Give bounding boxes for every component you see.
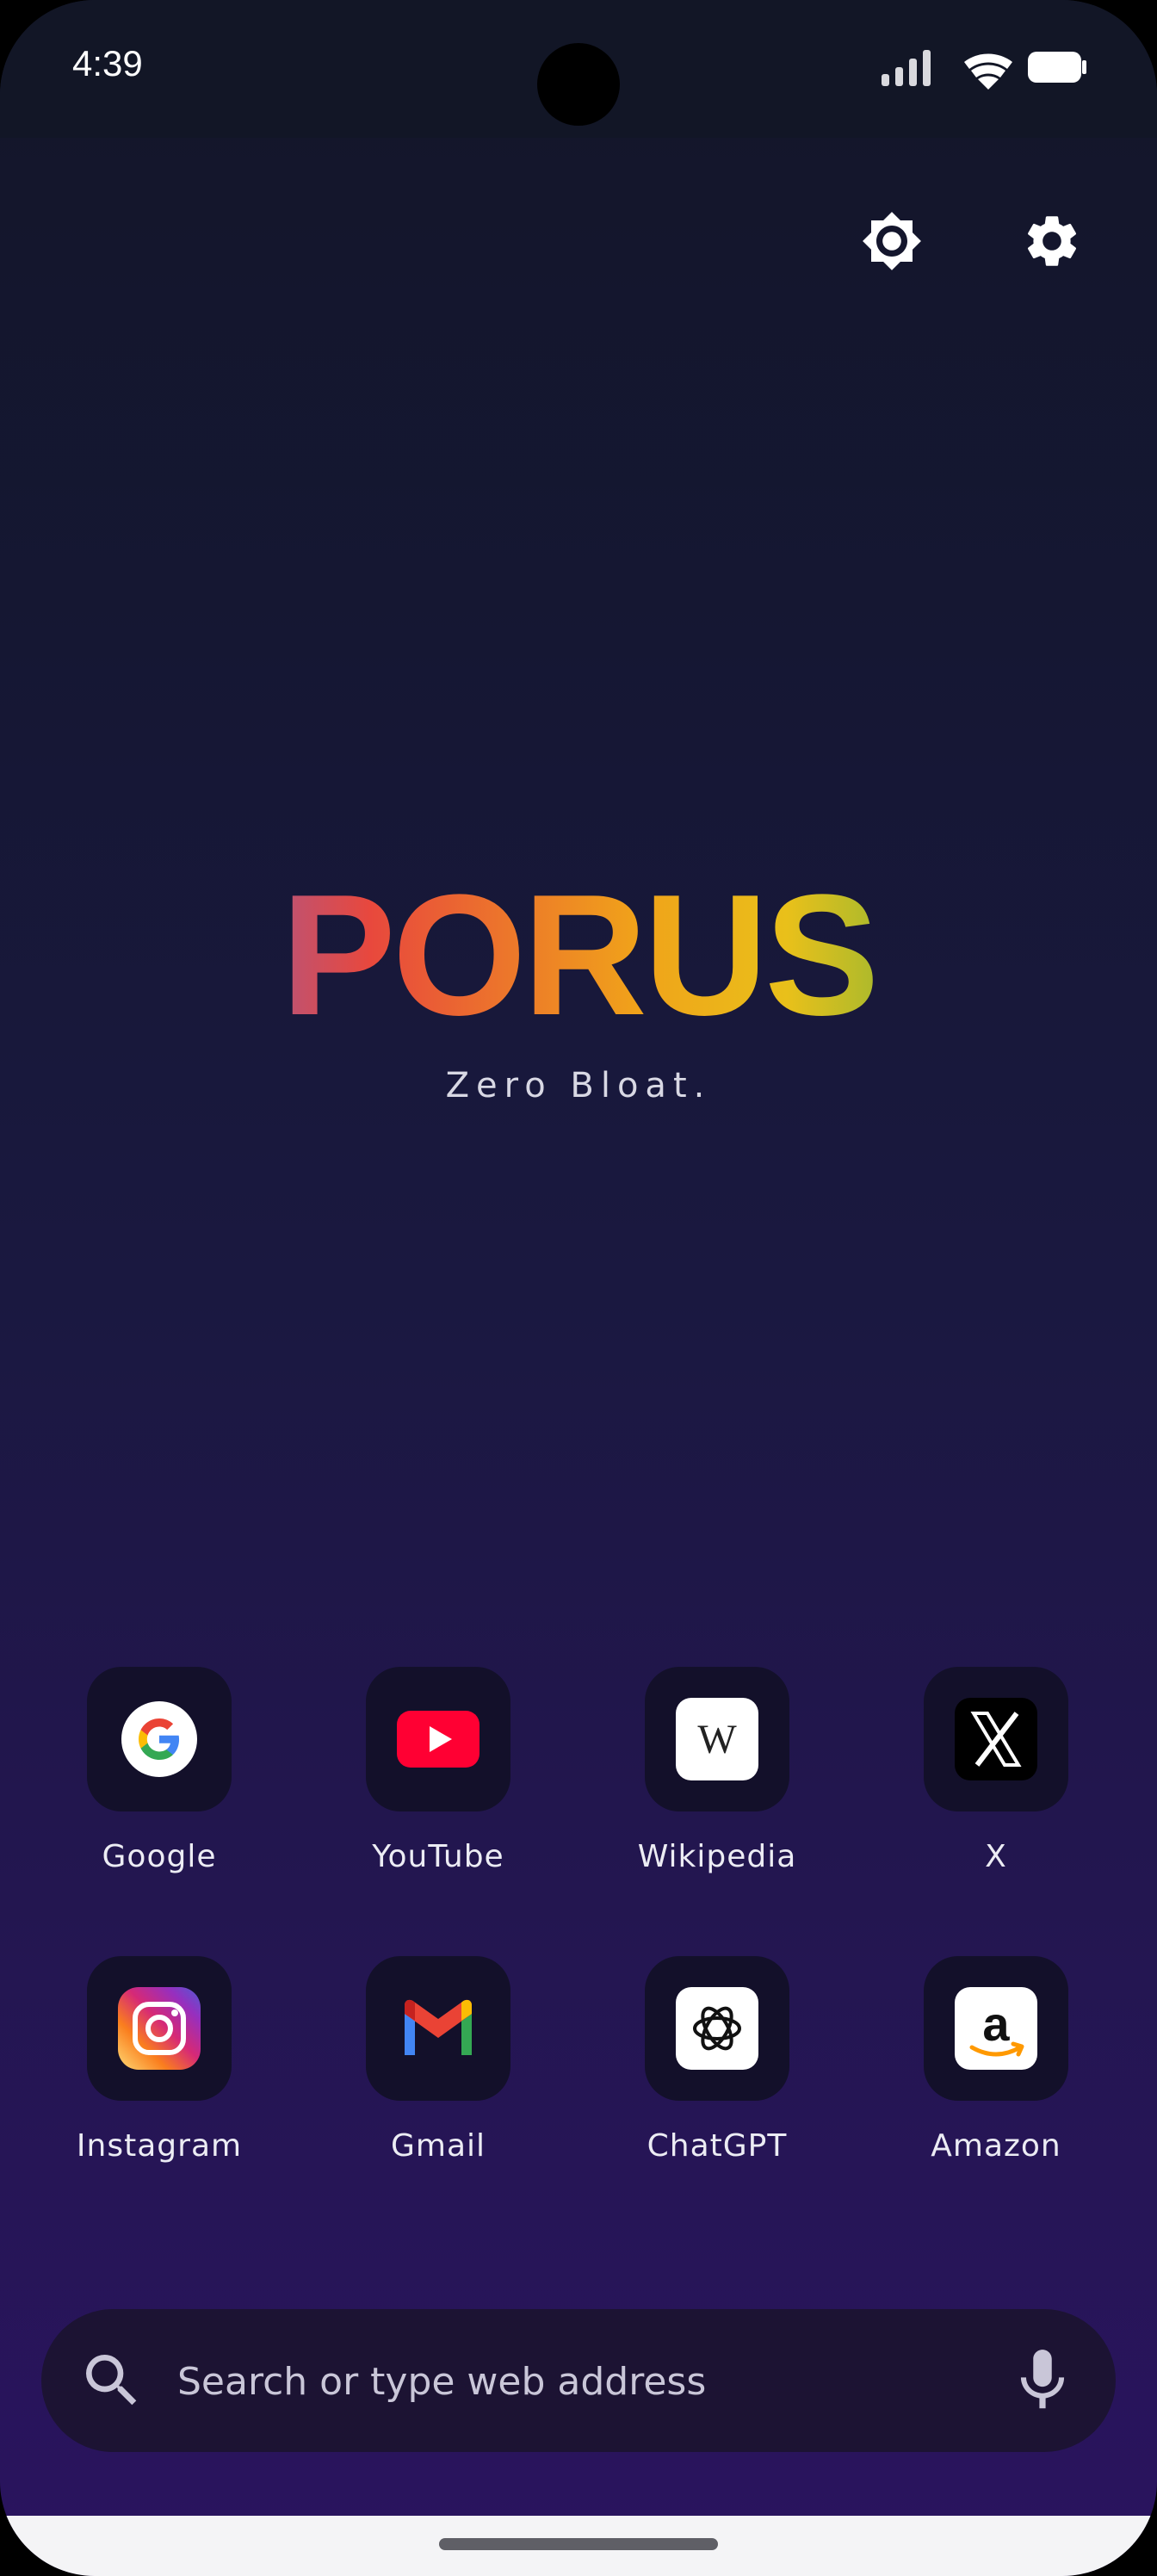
status-time: 4:39 xyxy=(72,43,143,84)
front-camera xyxy=(537,43,620,126)
top-actions xyxy=(856,205,1088,277)
shortcut-icon-box[interactable]: a xyxy=(924,1956,1068,2101)
phone-screen: 4:39 PORUS Zero Bloat. Google YouTube W … xyxy=(0,0,1157,2576)
search-bar[interactable] xyxy=(41,2309,1116,2452)
status-icons xyxy=(882,45,1088,90)
google-icon xyxy=(121,1701,197,1777)
status-bar: 4:39 xyxy=(0,0,1157,138)
wifi-icon xyxy=(964,53,1012,90)
search-input[interactable] xyxy=(176,2346,954,2417)
shortcut-wikipedia[interactable]: W Wikipedia xyxy=(578,1667,857,1891)
app-logo: PORUS xyxy=(0,861,1157,1050)
battery-icon xyxy=(1028,52,1086,83)
search-icon xyxy=(86,2355,137,2406)
shortcut-icon-box[interactable] xyxy=(366,1956,510,2101)
shortcut-youtube[interactable]: YouTube xyxy=(299,1667,578,1891)
shortcut-icon-box[interactable] xyxy=(366,1667,510,1811)
shortcut-label: Google xyxy=(102,1839,217,1874)
youtube-icon xyxy=(397,1711,480,1768)
shortcut-amazon[interactable]: a Amazon xyxy=(857,1956,1135,2180)
shortcut-label: ChatGPT xyxy=(647,2128,788,2164)
shortcut-label: X xyxy=(985,1839,1007,1874)
chatgpt-icon xyxy=(676,1987,758,2070)
shortcut-icon-box[interactable] xyxy=(645,1956,789,2101)
navigation-bar xyxy=(0,2516,1157,2576)
shortcut-label: Instagram xyxy=(76,2128,243,2164)
app-tagline: Zero Bloat. xyxy=(445,1066,712,1105)
shortcut-google[interactable]: Google xyxy=(20,1667,299,1891)
wikipedia-icon: W xyxy=(676,1698,758,1780)
home-indicator[interactable] xyxy=(439,2538,718,2550)
svg-text:W: W xyxy=(697,1717,737,1762)
microphone-icon[interactable] xyxy=(1005,2344,1080,2418)
gear-icon xyxy=(1027,216,1077,266)
shortcut-label: Gmail xyxy=(390,2128,486,2164)
shortcut-label: Wikipedia xyxy=(637,1839,797,1874)
x-icon xyxy=(955,1698,1037,1780)
settings-button[interactable] xyxy=(1016,205,1088,277)
shortcut-label: Amazon xyxy=(931,2128,1061,2164)
amazon-icon: a xyxy=(955,1987,1037,2070)
gmail-icon xyxy=(405,1999,472,2055)
shortcut-x[interactable]: X xyxy=(857,1667,1135,1891)
brightness-button[interactable] xyxy=(856,205,928,277)
shortcut-icon-box[interactable] xyxy=(924,1667,1068,1811)
shortcut-icon-box[interactable]: W xyxy=(645,1667,789,1811)
shortcut-icon-box[interactable] xyxy=(87,1667,232,1811)
shortcut-gmail[interactable]: Gmail xyxy=(299,1956,578,2180)
brightness-icon xyxy=(863,212,921,270)
svg-text:a: a xyxy=(982,1997,1010,2051)
shortcut-chatgpt[interactable]: ChatGPT xyxy=(578,1956,857,2180)
shortcut-label: YouTube xyxy=(372,1839,504,1874)
instagram-icon xyxy=(118,1987,201,2070)
shortcut-icon-box[interactable] xyxy=(87,1956,232,2101)
shortcut-instagram[interactable]: Instagram xyxy=(20,1956,299,2180)
signal-icon xyxy=(882,50,931,86)
